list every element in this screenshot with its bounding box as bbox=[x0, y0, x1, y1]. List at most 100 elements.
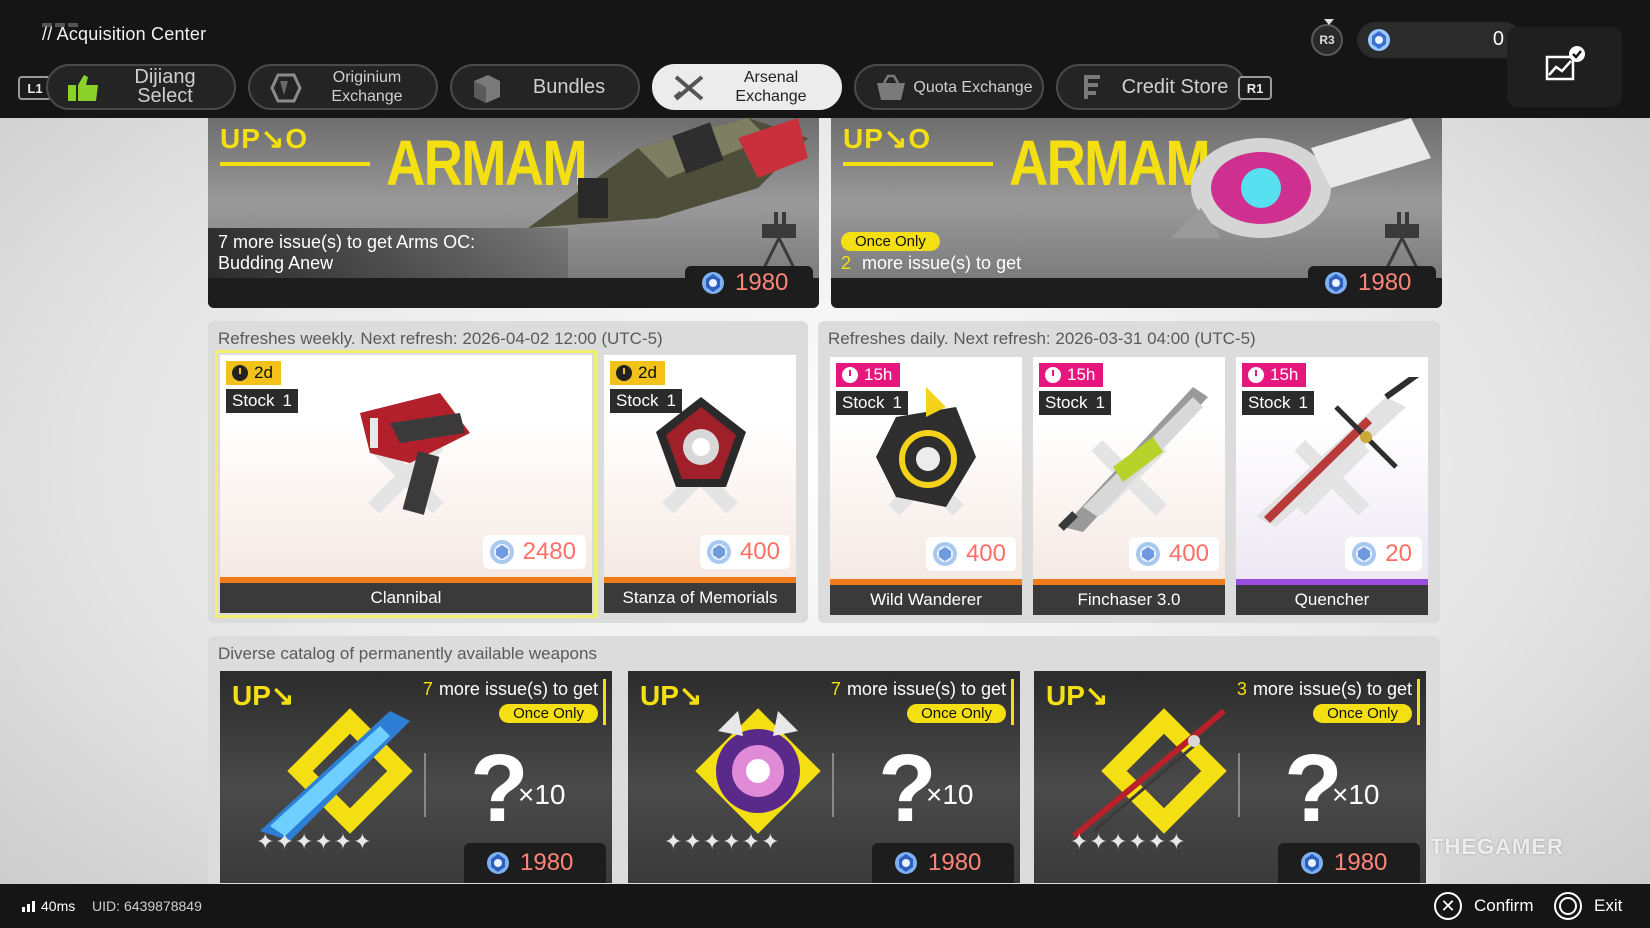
weekly-refresh-label: Refreshes weekly. Next refresh: 2026-04-… bbox=[218, 329, 663, 348]
tab-dijiang-select[interactable]: Dijiang Select bbox=[46, 64, 236, 110]
uid-label: UID: bbox=[92, 898, 120, 914]
issues-text: more issue(s) to get bbox=[846, 679, 1006, 699]
issues-remaining: 7 more issue(s) to get bbox=[831, 679, 1006, 700]
shop-item-quencher[interactable]: ✕ 15h Stock 1 20 Quencher bbox=[1236, 357, 1428, 615]
price-tag: 20 bbox=[1345, 537, 1422, 571]
item-name: Wild Wanderer bbox=[830, 585, 1022, 615]
price-tag: 1980 bbox=[1278, 843, 1420, 883]
accent-line bbox=[603, 679, 606, 725]
timer-badge: 15h bbox=[836, 363, 901, 387]
network-ping: 40ms bbox=[22, 898, 75, 914]
permanent-offer-2[interactable]: UP↘ 7 more issue(s) to get Once Only ? ×1… bbox=[628, 671, 1020, 883]
issues-text: more issue(s) to get bbox=[1252, 679, 1412, 699]
price-value: 1980 bbox=[735, 269, 789, 296]
tab-label: Quota Exchange bbox=[913, 78, 1033, 96]
stock-label: Stock bbox=[1045, 393, 1088, 412]
clock-icon bbox=[1045, 367, 1061, 383]
exit-label: Exit bbox=[1594, 896, 1623, 915]
reward-multiplier: ×10 bbox=[1332, 779, 1380, 810]
featured-banner-1[interactable]: UP↘O ARMAM 7 more issue(s) to get Arms O… bbox=[208, 118, 819, 308]
price-tag: 400 bbox=[1128, 537, 1219, 571]
once-only-badge: Once Only bbox=[1313, 704, 1412, 723]
daily-refresh-label: Refreshes daily. Next refresh: 2026-03-3… bbox=[828, 329, 1256, 348]
stock-value: 1 bbox=[892, 393, 902, 412]
price-tag: 1980 bbox=[872, 843, 1014, 883]
issues-remaining: 7 more issue(s) to get bbox=[423, 679, 598, 700]
crystal-icon bbox=[270, 73, 302, 103]
tab-quota-exchange[interactable]: Quota Exchange bbox=[854, 64, 1044, 110]
shop-item-stanza-of-memorials[interactable]: ✕ 2d Stock 1 400 Stanza of Memorials bbox=[604, 355, 796, 613]
timer-value: 2d bbox=[254, 363, 273, 382]
stock-label: Stock bbox=[616, 391, 659, 410]
reward-multiplier: ×10 bbox=[926, 779, 974, 810]
price-value: 20 bbox=[1385, 540, 1412, 567]
price-tag: 1980 bbox=[464, 843, 606, 883]
r3-button-hint[interactable]: R3 bbox=[1311, 19, 1343, 56]
arsenal-ticket-icon bbox=[1301, 852, 1323, 874]
price-value: 1980 bbox=[1358, 269, 1412, 296]
tab-originium-exchange[interactable]: Originium Exchange bbox=[248, 64, 438, 110]
stock-badge: Stock 1 bbox=[610, 389, 682, 413]
daily-section: Refreshes daily. Next refresh: 2026-03-3… bbox=[818, 321, 1440, 623]
banner-stripe bbox=[843, 162, 993, 166]
featured-banner-2[interactable]: UP↘O ARMAM Once Only 2 more issue(s) to … bbox=[831, 118, 1442, 308]
item-name: Quencher bbox=[1236, 585, 1428, 615]
turret-icon bbox=[1385, 212, 1419, 269]
clock-icon bbox=[616, 365, 632, 381]
issues-text: more issue(s) to get bbox=[862, 253, 1022, 273]
rarity-stars: ✦✦✦✦✦✦ bbox=[1070, 829, 1187, 854]
price-tag: 2480 bbox=[482, 535, 586, 569]
price-value: 1980 bbox=[520, 849, 574, 876]
once-only-badge: Once Only bbox=[907, 704, 1006, 723]
price-value: 400 bbox=[965, 540, 1006, 567]
weapon-image bbox=[1072, 708, 1230, 839]
item-name: Clannibal bbox=[220, 583, 592, 613]
top-bar: // Acquisition Center R3 0 L1 Dijiang Se… bbox=[0, 0, 1650, 118]
price-value: 400 bbox=[1168, 540, 1209, 567]
r1-bumper-hint[interactable]: R1 bbox=[1238, 76, 1272, 100]
credit-icon bbox=[1084, 75, 1100, 99]
divider bbox=[424, 753, 426, 817]
currency-display[interactable]: 0 bbox=[1357, 22, 1522, 58]
crossed-swords-icon bbox=[673, 75, 704, 101]
rarity-stars: ✦✦✦✦✦✦ bbox=[256, 829, 373, 854]
game-logo-mark bbox=[42, 14, 102, 27]
confirm-label: Confirm bbox=[1474, 896, 1534, 915]
weapon-image bbox=[695, 708, 821, 834]
tab-label: Originium Exchange bbox=[331, 69, 403, 105]
timer-value: 15h bbox=[1270, 365, 1299, 384]
exit-button[interactable]: Exit bbox=[1554, 892, 1622, 920]
timer-badge: 15h bbox=[1242, 363, 1307, 387]
up-logo: UP↘O bbox=[843, 123, 932, 154]
currency-amount: 0 bbox=[1492, 28, 1504, 50]
tab-label: Bundles bbox=[532, 75, 606, 98]
confirm-button[interactable]: ✕ Confirm bbox=[1434, 892, 1534, 920]
permanent-catalog-label: Diverse catalog of permanently available… bbox=[218, 644, 597, 663]
clock-icon bbox=[842, 367, 858, 383]
price-value: 400 bbox=[739, 538, 780, 565]
issues-remaining: 3 more issue(s) to get bbox=[1237, 679, 1412, 700]
tab-bundles[interactable]: Bundles bbox=[450, 64, 640, 110]
trend-button[interactable] bbox=[1507, 27, 1622, 107]
clock-icon bbox=[1248, 367, 1264, 383]
arsenal-ticket-icon bbox=[489, 540, 514, 564]
arsenal-ticket-icon bbox=[1368, 29, 1390, 51]
permanent-offer-1[interactable]: UP↘ 7 more issue(s) to get Once Only ? ×1… bbox=[220, 671, 612, 883]
arsenal-ticket-icon bbox=[1135, 542, 1160, 566]
banner-price: 1980 bbox=[685, 266, 813, 300]
box-icon bbox=[474, 75, 500, 103]
weapon-image bbox=[360, 393, 470, 515]
banner-description: 7 more issue(s) to get Arms OC: Budding … bbox=[208, 228, 568, 278]
tab-credit-store[interactable]: Credit Store bbox=[1056, 64, 1246, 110]
item-name: Stanza of Memorials bbox=[604, 583, 796, 613]
issues-count: 7 bbox=[830, 679, 841, 699]
tab-arsenal-exchange[interactable]: Arsenal Exchange bbox=[652, 64, 842, 110]
permanent-offer-3[interactable]: UP↘ 3 more issue(s) to get Once Only ? ×1… bbox=[1034, 671, 1426, 883]
tab-label: Dijiang Select bbox=[134, 66, 196, 107]
issues-count: 7 bbox=[422, 679, 433, 699]
shop-item-clannibal[interactable]: ✕ 2d Stock 1 2480 Clannibal bbox=[215, 350, 597, 618]
shop-item-finchaser-3-0[interactable]: ✕ 15h Stock 1 400 Finchaser 3.0 bbox=[1033, 357, 1225, 615]
shop-item-wild-wanderer[interactable]: ✕ 15h Stock 1 400 Wild Wanderer bbox=[830, 357, 1022, 615]
timer-badge: 15h bbox=[1039, 363, 1104, 387]
rarity-stars: ✦✦✦✦✦✦ bbox=[664, 829, 781, 854]
